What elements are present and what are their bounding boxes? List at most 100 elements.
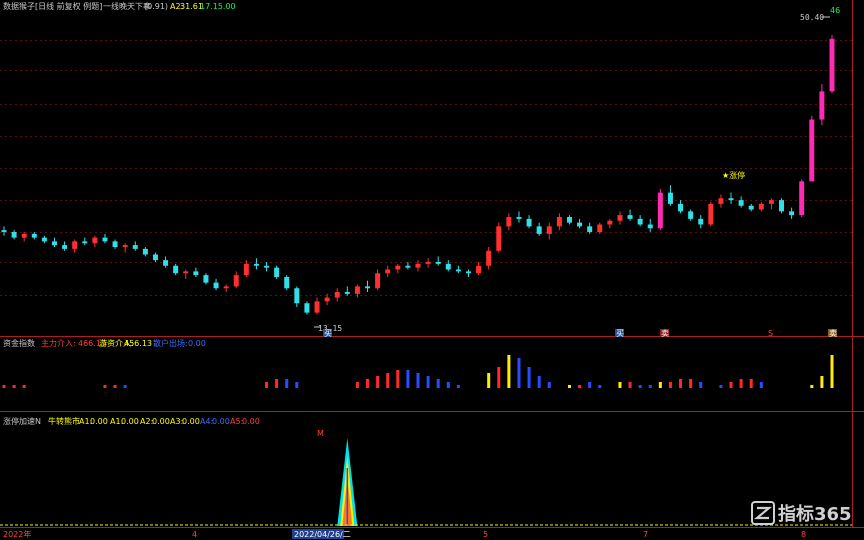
panel3-subtitle: 牛转熊市 [48, 416, 80, 426]
candle-body-8 [82, 241, 88, 244]
candle-body-75 [758, 203, 764, 210]
fund-bar-64 [648, 385, 652, 388]
spike-marker: M [317, 429, 324, 438]
candle-body-32 [324, 297, 330, 302]
candle-body-0 [1, 230, 7, 232]
fund-bar-49 [497, 367, 501, 388]
candle-body-77 [779, 200, 785, 212]
fund-bar-73 [739, 379, 743, 388]
fund-bar-81 [820, 376, 824, 388]
candle-body-70 [708, 203, 714, 225]
candle-body-72 [728, 198, 734, 201]
candle-body-25 [253, 263, 259, 266]
candle-body-2 [21, 233, 27, 238]
panel2-item-1-value: 456.13 [124, 339, 152, 348]
candle-body-41 [415, 263, 421, 268]
watermark-logo [751, 501, 775, 525]
fund-bar-2 [22, 385, 26, 388]
fund-bar-48 [487, 373, 491, 388]
candle-body-30 [304, 303, 310, 313]
candle-body-48 [486, 250, 492, 266]
fund-bar-72 [729, 382, 733, 388]
candle-body-12 [122, 245, 128, 247]
candle-body-49 [496, 226, 502, 251]
panel3-item-5-value: 0.00 [242, 417, 260, 426]
candle-body-73 [738, 200, 744, 206]
candle-body-71 [718, 198, 724, 204]
fund-bar-80 [810, 385, 814, 388]
candle-body-10 [102, 237, 108, 242]
fund-bar-26 [265, 382, 269, 388]
fund-bar-35 [355, 382, 359, 388]
candle-body-54 [546, 226, 552, 234]
candle-body-22 [223, 286, 229, 289]
candle-body-63 [637, 218, 643, 225]
candle-body-68 [688, 211, 694, 219]
fund-bar-37 [376, 376, 380, 388]
candle-body-24 [243, 263, 249, 276]
candle-body-65 [657, 192, 663, 229]
candle-body-45 [455, 269, 461, 272]
stock-chart: 数据猴子[日线 前复权 例题] 一线晚天下率 (0.91) A2: 31.61 … [0, 0, 864, 539]
fund-bars [2, 355, 834, 388]
fund-bar-82 [830, 355, 834, 388]
panel3-item-0-value: 0.00 [90, 417, 108, 426]
candle-body-11 [112, 241, 118, 247]
fund-bar-51 [517, 358, 521, 388]
fund-bar-68 [689, 379, 693, 388]
candle-body-16 [163, 260, 169, 266]
candle-body-4 [41, 237, 47, 242]
candle-body-80 [809, 119, 815, 182]
candle-body-17 [173, 265, 179, 274]
peak-marker: 46 [830, 6, 840, 15]
candle-body-60 [607, 220, 613, 225]
spike-series [0, 438, 852, 526]
signal-tag-3: S [768, 329, 773, 338]
x-axis-label-3: 7 [643, 530, 648, 539]
watermark-text: 指标365 [778, 503, 852, 525]
candle-body-64 [647, 224, 653, 229]
candle-body-27 [274, 267, 280, 277]
fund-bar-28 [285, 379, 289, 388]
candle-body-40 [405, 265, 411, 268]
fund-bar-61 [618, 382, 622, 388]
fund-bar-11 [113, 385, 117, 388]
candle-body-23 [233, 275, 239, 287]
fund-bar-65 [658, 382, 662, 388]
candle-body-81 [819, 91, 825, 120]
candle-body-6 [62, 245, 68, 249]
candle-body-18 [183, 271, 189, 274]
signal-tag-4: 卖 [829, 329, 837, 338]
x-axis-label-1: 4 [192, 530, 197, 539]
candle-body-76 [768, 200, 774, 204]
fund-bar-58 [588, 382, 592, 388]
panel2-title: 资金指数 [3, 338, 35, 348]
candle-body-61 [617, 215, 623, 221]
candle-body-51 [516, 217, 522, 219]
candle-body-21 [213, 282, 219, 289]
candle-body-19 [193, 271, 199, 276]
fund-bar-10 [103, 385, 107, 388]
candle-body-69 [698, 218, 704, 225]
fund-bar-75 [759, 382, 763, 388]
fund-bar-38 [386, 373, 390, 388]
candle-body-7 [72, 241, 78, 249]
candle-body-79 [799, 181, 805, 216]
signal-tag-2: 卖 [661, 329, 669, 338]
candle-body-13 [132, 245, 138, 249]
price-grid [0, 40, 852, 296]
candle-body-37 [375, 273, 381, 289]
x-axis-label-0: 2022年 [3, 529, 31, 539]
candle-body-57 [577, 222, 583, 227]
candle-body-53 [536, 226, 542, 234]
panel2-item-2-value: 0.00 [188, 339, 206, 348]
panel3-item-1-value: 0.00 [121, 417, 139, 426]
fund-bar-63 [638, 385, 642, 388]
fund-bar-44 [446, 382, 450, 388]
candle-body-28 [284, 277, 290, 289]
fund-bar-42 [426, 376, 430, 388]
panel3-title: 涨停加速N [3, 416, 41, 426]
panel2-item-0-label: 主力介入: [41, 338, 76, 348]
candle-body-31 [314, 301, 320, 313]
candle-body-5 [51, 241, 57, 246]
